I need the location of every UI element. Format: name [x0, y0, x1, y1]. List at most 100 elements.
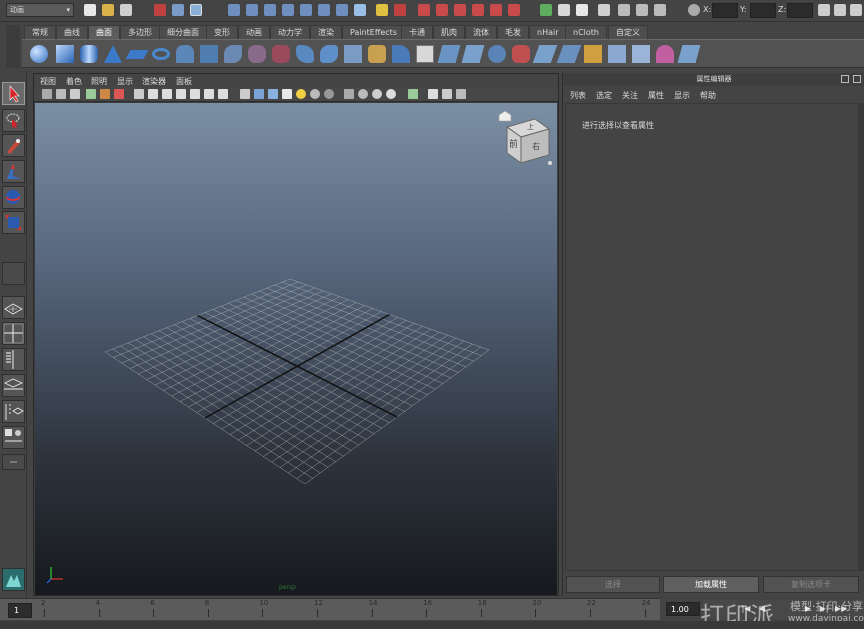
range-slider[interactable] [0, 621, 864, 629]
shelf-menu-handle[interactable] [6, 25, 20, 68]
shelf-tab-polygons[interactable]: 多边形 [120, 25, 160, 39]
offset-icon[interactable] [632, 45, 650, 63]
load-attributes-button[interactable]: 加载属性 [663, 576, 759, 593]
shelf-tab-nhair[interactable]: nHair [529, 25, 567, 39]
transform-mode-icon[interactable] [688, 4, 700, 16]
paint-select-icon[interactable] [2, 134, 25, 157]
select-object-icon[interactable] [172, 4, 184, 16]
nurbs-torus-icon[interactable] [152, 48, 170, 60]
current-time-field[interactable]: 1.00 [666, 602, 700, 616]
birail-icon[interactable] [272, 45, 290, 63]
snap-curve-icon[interactable] [246, 4, 258, 16]
menu-attributes[interactable]: 属性 [648, 90, 664, 101]
menu-shading[interactable]: 着色 [66, 76, 82, 87]
field-chart-icon[interactable] [190, 89, 200, 99]
toggle-attribute-editor-icon[interactable] [558, 4, 570, 16]
select-component-icon[interactable] [190, 4, 202, 16]
camera-ortho-icon[interactable] [442, 89, 452, 99]
history-icon[interactable] [336, 4, 348, 16]
lock-icon[interactable] [376, 4, 388, 16]
scale-tool-icon[interactable] [2, 211, 25, 234]
shelf-tab-surfaces[interactable]: 曲面 [88, 25, 120, 39]
mudbox-icon[interactable] [2, 568, 25, 591]
textured-icon[interactable] [282, 89, 292, 99]
planar-icon[interactable] [224, 45, 242, 63]
render-region-icon[interactable] [636, 4, 648, 16]
gate-mask-icon[interactable] [176, 89, 186, 99]
nurbs-cylinder-icon[interactable] [80, 45, 98, 63]
snap-live-icon[interactable] [318, 4, 330, 16]
menu-help[interactable]: 帮助 [700, 90, 716, 101]
camera-icon[interactable] [618, 4, 630, 16]
loft-icon[interactable] [200, 45, 218, 63]
project-curve-icon[interactable] [416, 45, 434, 63]
image-plane-icon[interactable] [86, 89, 96, 99]
smooth-shading-icon[interactable] [254, 89, 264, 99]
shelf-tab-general[interactable]: 常规 [24, 25, 56, 39]
persp-graph-layout-icon[interactable] [2, 374, 25, 397]
nurbs-cone-icon[interactable] [104, 45, 122, 63]
shelf-tab-toon[interactable]: 卡通 [401, 25, 433, 39]
shelf-tab-fur[interactable]: 毛发 [497, 25, 529, 39]
menu-show[interactable]: 显示 [117, 76, 133, 87]
menu-set-select[interactable]: 动画 ▾ [6, 3, 74, 17]
help-icon[interactable] [354, 4, 366, 16]
toggle-channel-box-icon[interactable] [540, 4, 552, 16]
hypershade-icon[interactable] [472, 4, 484, 16]
nurbs-plane-icon[interactable] [125, 50, 149, 59]
select-button[interactable]: 选择 [566, 576, 660, 593]
last-tool-icon[interactable] [2, 262, 25, 285]
xray-components-icon[interactable] [386, 89, 396, 99]
rotate-tool-icon[interactable] [2, 186, 25, 209]
grid-toggle-icon[interactable] [134, 89, 144, 99]
sculpt-icon[interactable] [677, 45, 701, 63]
detach-icon[interactable] [512, 45, 530, 63]
nurbs-sphere-icon[interactable] [30, 45, 48, 63]
wireframe-on-shaded-icon[interactable] [268, 89, 278, 99]
snap-view-plane-icon[interactable] [300, 4, 312, 16]
menu-lighting[interactable]: 照明 [91, 76, 107, 87]
wireframe-shading-icon[interactable] [240, 89, 250, 99]
xray-icon[interactable] [358, 89, 368, 99]
shelf-tab-dynamics[interactable]: 动力学 [270, 25, 310, 39]
side-by-side-layout-icon[interactable] [2, 348, 25, 371]
view-cube[interactable]: 前 上 右 [495, 105, 555, 167]
coord-x-field[interactable] [712, 3, 738, 18]
select-hierarchy-icon[interactable] [154, 4, 166, 16]
use-all-lights-icon[interactable] [296, 89, 306, 99]
bookmarks-icon[interactable] [70, 89, 80, 99]
shelf-tab-curves[interactable]: 曲线 [56, 25, 88, 39]
shelf-tab-ncloth[interactable]: nCloth [565, 25, 607, 39]
float-panel-icon[interactable] [841, 75, 849, 83]
rebuild-icon[interactable] [656, 45, 674, 63]
intersect-icon[interactable] [392, 45, 410, 63]
extend-icon[interactable] [608, 45, 626, 63]
shelf-tab-deformation[interactable]: 变形 [206, 25, 238, 39]
menu-show[interactable]: 显示 [674, 90, 690, 101]
high-quality-icon[interactable] [408, 89, 418, 99]
attribute-editor-toggle-icon[interactable] [834, 4, 846, 16]
hypershade-layout-icon[interactable] [2, 426, 25, 449]
square-surface-icon[interactable] [320, 45, 338, 63]
camera-persp-icon[interactable] [428, 89, 438, 99]
layout-options-icon[interactable] [2, 454, 25, 470]
shelf-tab-custom[interactable]: 自定义 [608, 25, 648, 39]
nurbs-cube-icon[interactable] [56, 45, 74, 63]
menu-panels[interactable]: 面板 [176, 76, 192, 87]
shelf-tab-fluids[interactable]: 流体 [465, 25, 497, 39]
select-tool-icon[interactable] [2, 82, 25, 105]
2d-pan-zoom-icon[interactable] [100, 89, 110, 99]
xray-joints-icon[interactable] [372, 89, 382, 99]
trim-icon[interactable] [437, 45, 461, 63]
persp-outliner-layout-icon[interactable] [2, 400, 25, 423]
four-view-layout-icon[interactable] [2, 322, 25, 345]
camera-attributes-icon[interactable] [56, 89, 66, 99]
menu-focus[interactable]: 关注 [622, 90, 638, 101]
panel-layout-icon[interactable] [456, 89, 466, 99]
render-frame-icon[interactable] [418, 4, 430, 16]
shelf-tab-animation[interactable]: 动画 [238, 25, 270, 39]
single-view-layout-icon[interactable] [2, 296, 25, 319]
select-camera-icon[interactable] [42, 89, 52, 99]
new-scene-icon[interactable] [84, 4, 96, 16]
channel-box-icon[interactable] [818, 4, 830, 16]
